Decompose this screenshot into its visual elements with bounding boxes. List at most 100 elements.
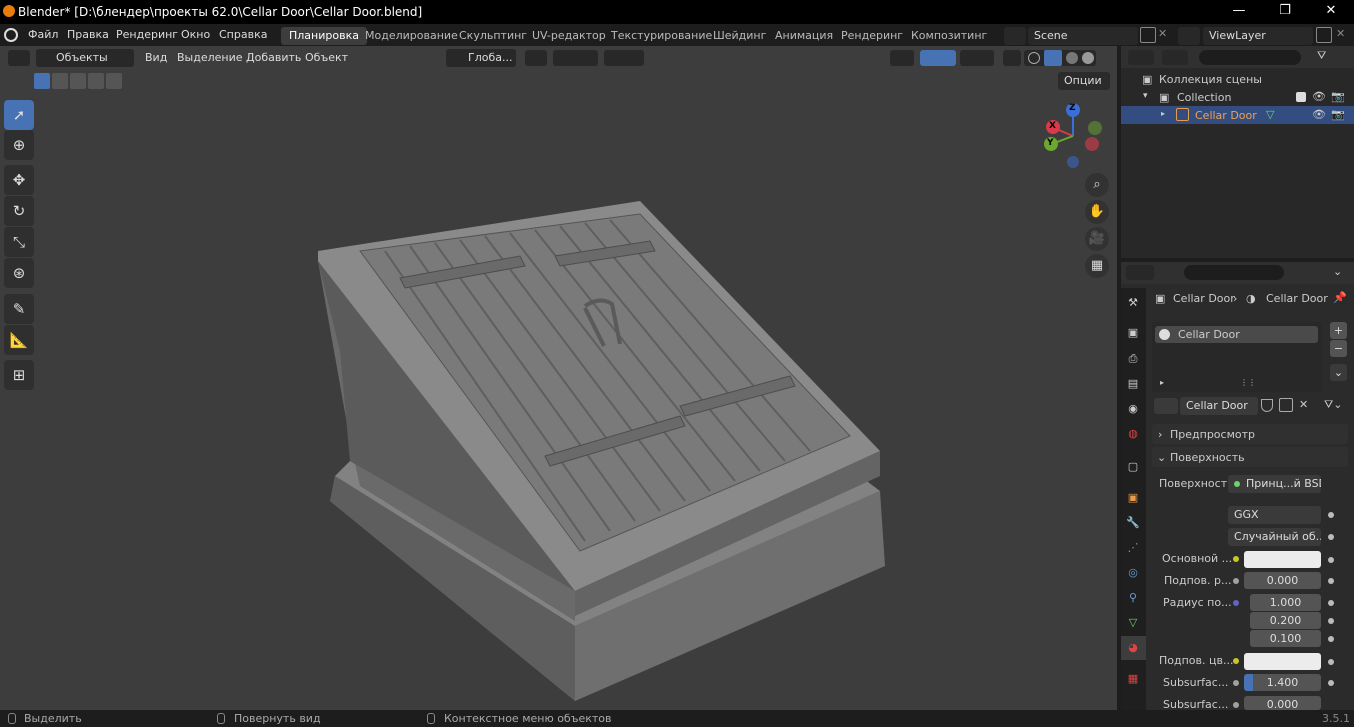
resize-handle-icon[interactable]: ⋮⋮ [1240,378,1256,387]
mode-select[interactable]: Объекты [36,49,134,67]
mesh-data-tab-icon[interactable]: ▽ [1124,614,1142,632]
distribution-select[interactable]: GGX [1228,506,1321,524]
pan-hand-icon[interactable]: ✋ [1085,200,1109,224]
select-intersect-icon[interactable] [106,73,122,89]
select-invert-icon[interactable] [88,73,104,89]
radius-z-field[interactable]: 0.100 [1250,630,1321,647]
constraints-tab-icon[interactable]: ⚲ [1124,589,1142,607]
unlink-material-icon[interactable]: ✕ [1299,398,1308,411]
tab-compositing[interactable]: Композитинг [903,27,995,45]
new-view-layer-icon[interactable] [1316,27,1332,43]
menu-object[interactable]: Объект [305,51,348,64]
overlays-icon[interactable] [960,50,994,66]
3d-viewport[interactable] [0,46,1117,710]
delete-view-layer-icon[interactable]: ✕ [1336,27,1345,40]
radius-x-field[interactable]: 1.000 [1250,594,1321,611]
shading-modes[interactable] [1024,50,1096,66]
tab-shading[interactable]: Шейдинг [705,27,774,45]
move-tool[interactable]: ✥ [4,165,34,195]
add-slot-button[interactable]: + [1330,322,1347,339]
blender-menu-icon[interactable] [4,28,18,42]
duplicate-material-icon[interactable] [1279,398,1293,412]
gizmo-toggle-icon[interactable] [920,50,956,66]
properties-editor-icon[interactable] [1126,265,1154,280]
select-new-icon[interactable] [34,73,50,89]
object-tab-icon[interactable]: ▣ [1124,489,1142,507]
view-layer-name-field[interactable]: ViewLayer [1203,27,1313,45]
menu-window[interactable]: Окно [181,28,210,41]
scale-tool[interactable]: ⤡ [4,227,34,257]
subsurface-method-select[interactable]: Случайный об... [1228,528,1321,546]
collection-tab-icon[interactable]: ▢ [1124,458,1142,476]
view-layer-selector-icon[interactable] [1178,27,1200,45]
color-socket-icon[interactable] [1233,658,1239,664]
solid-shading-icon[interactable] [1044,50,1062,66]
maximize-button[interactable]: ❐ [1262,0,1308,24]
tab-modeling[interactable]: Моделирование [357,27,466,45]
expand-icon[interactable]: ▸ [1160,378,1164,387]
new-scene-icon[interactable] [1140,27,1156,43]
float-socket-icon[interactable] [1233,680,1239,686]
output-tab-icon[interactable]: ⎙ [1124,350,1142,368]
material-shading-icon[interactable] [1066,52,1078,64]
measure-tool[interactable]: 📐 [4,325,34,355]
transform-tool[interactable]: ⊛ [4,258,34,288]
collection-label[interactable]: Collection [1177,91,1231,104]
modifier-wrench-icon[interactable]: 🔧 [1124,514,1142,532]
add-cube-tool[interactable]: ⊞ [4,360,34,390]
tab-sculpting[interactable]: Скульптинг [451,27,535,45]
delete-scene-icon[interactable]: ✕ [1158,27,1167,40]
subsurface-field[interactable]: 0.000 [1244,572,1321,589]
particles-tab-icon[interactable]: ⋰ [1124,539,1142,557]
node-filter-icon[interactable]: ⛛⌄ [1324,398,1342,412]
menu-select[interactable]: Выделение [177,51,243,64]
annotate-tool[interactable]: ✎ [4,294,34,324]
proportional-edit-icon[interactable] [604,50,644,66]
physics-tab-icon[interactable]: ◎ [1124,564,1142,582]
eye-icon[interactable]: 👁 [1312,108,1326,121]
outliner-search-input[interactable] [1199,50,1301,65]
tab-rendering[interactable]: Рендеринг [833,27,911,45]
pin-icon[interactable]: 📌 [1333,291,1347,304]
menu-edit[interactable]: Правка [67,28,109,41]
display-mode-icon[interactable] [1162,50,1188,65]
mesh-data-icon[interactable]: ▽ [1266,108,1274,121]
tool-tab-icon[interactable]: ⚒ [1124,294,1142,312]
cursor-tool[interactable]: ⊕ [4,130,34,160]
rendered-shading-icon[interactable] [1082,52,1094,64]
editor-type-icon[interactable] [8,50,30,66]
wireframe-shading-icon[interactable] [1028,52,1040,64]
xray-icon[interactable] [1003,50,1021,66]
browse-material-icon[interactable] [1154,398,1178,414]
scene-collection-label[interactable]: Коллекция сцены [1159,73,1262,86]
minimize-button[interactable]: — [1216,0,1262,24]
material-tab-icon[interactable]: ◕ [1124,639,1142,657]
menu-file[interactable]: Файл [28,28,58,41]
rotate-tool[interactable]: ↻ [4,196,34,226]
subsurface-aniso-field[interactable]: 0.000 [1244,696,1321,711]
options-dropdown[interactable]: Опции [1058,72,1110,90]
expand-icon[interactable]: ▸ [1161,109,1165,118]
collapse-icon[interactable]: ▾ [1143,91,1148,101]
exclude-checkbox[interactable] [1296,92,1306,102]
slot-specials-button[interactable]: ⌄ [1330,364,1347,381]
eye-icon[interactable]: 👁 [1312,90,1326,103]
scene-tab-icon[interactable]: ◉ [1124,400,1142,418]
properties-search-input[interactable] [1184,265,1284,280]
tab-animation[interactable]: Анимация [767,27,841,45]
select-extend-icon[interactable] [52,73,68,89]
zoom-icon[interactable]: ⌕ [1085,173,1109,197]
filter-icon[interactable]: ⛛ [1317,49,1326,63]
view-layer-tab-icon[interactable]: ▤ [1124,375,1142,393]
surface-shader-select[interactable]: Принц...й BSDF [1228,475,1321,493]
camera-icon[interactable]: 🎥 [1085,227,1109,251]
scene-name-field[interactable]: Scene [1028,27,1138,45]
float-socket-icon[interactable] [1233,702,1239,708]
world-tab-icon[interactable]: ◍ [1124,425,1142,443]
menu-help[interactable]: Справка [219,28,267,41]
material-slot-name[interactable]: Cellar Door [1178,328,1240,341]
close-button[interactable]: ✕ [1308,0,1354,24]
selection-mode-icons[interactable] [34,73,122,90]
scene-selector-icon[interactable] [1004,27,1026,45]
snap-icon[interactable] [553,50,598,66]
